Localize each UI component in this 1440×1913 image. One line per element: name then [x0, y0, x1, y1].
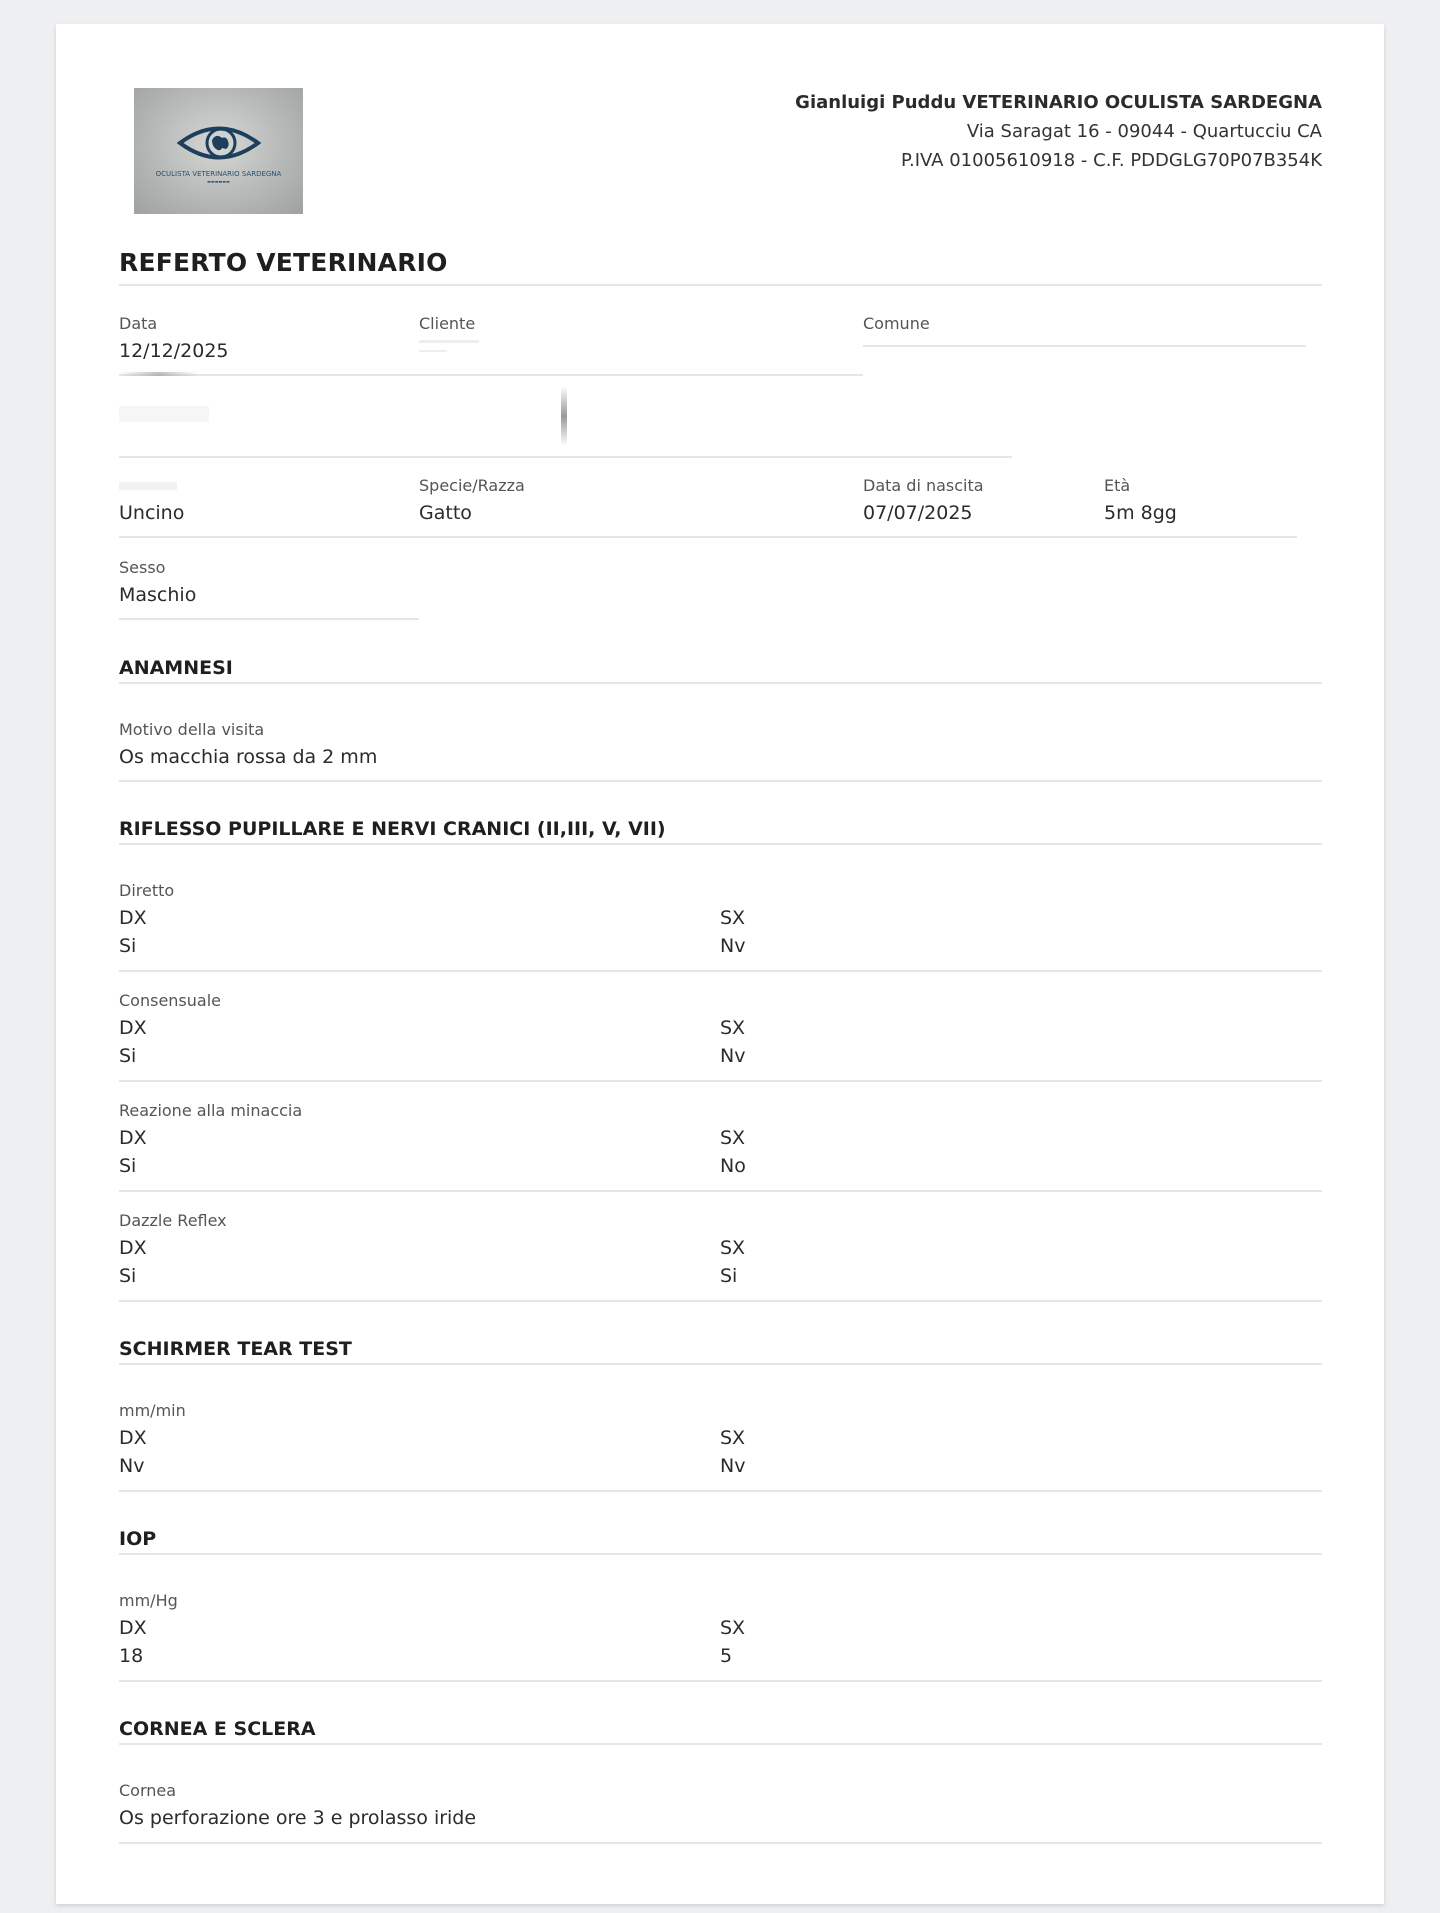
- dazzle-label: Dazzle Reflex: [119, 1211, 227, 1230]
- redacted-field: [119, 406, 209, 422]
- clinic-name: Gianluigi Puddu VETERINARIO OCULISTA SAR…: [795, 92, 1322, 113]
- schirmer-dx-value: Nv: [119, 1455, 145, 1477]
- clinic-header: Gianluigi Puddu VETERINARIO OCULISTA SAR…: [795, 88, 1322, 175]
- schirmer-sx-label: SX: [720, 1427, 746, 1449]
- cornea-value: Os perforazione ore 3 e prolasso iride: [119, 1807, 477, 1829]
- motivo-divider: [119, 780, 1322, 782]
- eta-value: 5m 8gg: [1104, 502, 1177, 524]
- report-title: REFERTO VETERINARIO: [119, 248, 448, 277]
- minaccia-sx-label: SX: [720, 1127, 746, 1149]
- iop-title: IOP: [119, 1528, 157, 1550]
- row4-divider: [119, 618, 419, 620]
- iop-sx-value: 5: [720, 1645, 733, 1667]
- consensuale-dx-label: DX: [119, 1017, 147, 1039]
- iop-dx-value: 18: [119, 1645, 144, 1667]
- scan-mark: [561, 386, 567, 446]
- diretto-label: Diretto: [119, 881, 175, 900]
- schirmer-dx-label: DX: [119, 1427, 147, 1449]
- dazzle-dx-label: DX: [119, 1237, 147, 1259]
- row1-divider-right: [863, 345, 1306, 347]
- minaccia-sx-value: No: [720, 1155, 746, 1177]
- consensuale-label: Consensuale: [119, 991, 221, 1010]
- diretto-dx-label: DX: [119, 907, 147, 929]
- cornea-label: Cornea: [119, 1781, 177, 1800]
- title-divider: [119, 284, 1322, 286]
- cornea-divider: [119, 1743, 1322, 1745]
- dazzle-dx-value: Si: [119, 1265, 137, 1287]
- riflesso-title: RIFLESSO PUPILLARE E NERVI CRANICI (II,I…: [119, 818, 666, 840]
- diretto-sx-value: Nv: [720, 935, 746, 957]
- motivo-label: Motivo della visita: [119, 720, 265, 739]
- eye-icon: [176, 126, 261, 160]
- schirmer-unit: mm/min: [119, 1401, 186, 1420]
- diretto-sx-label: SX: [720, 907, 746, 929]
- row1-divider-left: [119, 374, 863, 376]
- dazzle-divider: [119, 1300, 1322, 1302]
- data-value: 12/12/2025: [119, 340, 229, 362]
- nome-label-redacted: [119, 482, 177, 490]
- logo-subtext: ▬▬▬▬▬▬: [207, 179, 230, 184]
- iop-sx-label: SX: [720, 1617, 746, 1639]
- cliente-redacted: [419, 340, 479, 343]
- report-page: OCULISTA VETERINARIO SARDEGNA ▬▬▬▬▬▬ Gia…: [56, 24, 1384, 1904]
- minaccia-dx-label: DX: [119, 1127, 147, 1149]
- anamnesi-divider: [119, 682, 1322, 684]
- specie-value: Gatto: [419, 502, 472, 524]
- row3-divider: [119, 536, 1297, 538]
- logo-text: OCULISTA VETERINARIO SARDEGNA: [155, 170, 282, 178]
- consensuale-sx-value: Nv: [720, 1045, 746, 1067]
- sesso-value: Maschio: [119, 584, 197, 606]
- clinic-address: Via Saragat 16 - 09044 - Quartucciu CA: [966, 121, 1322, 142]
- schirmer-sx-value: Nv: [720, 1455, 746, 1477]
- consensuale-divider: [119, 1080, 1322, 1082]
- comune-label: Comune: [863, 314, 930, 333]
- row2-divider: [119, 456, 1012, 458]
- clinic-tax-ids: P.IVA 01005610918 - C.F. PDDGLG70P07B354…: [900, 150, 1322, 171]
- nascita-label: Data di nascita: [863, 476, 984, 495]
- iop-divider: [119, 1553, 1322, 1555]
- diretto-dx-value: Si: [119, 935, 137, 957]
- schirmer-divider: [119, 1363, 1322, 1365]
- scan-smudge: [119, 372, 199, 376]
- diretto-divider: [119, 970, 1322, 972]
- eta-label: Età: [1104, 476, 1131, 495]
- motivo-value: Os macchia rossa da 2 mm: [119, 746, 378, 768]
- clinic-logo: OCULISTA VETERINARIO SARDEGNA ▬▬▬▬▬▬: [134, 88, 303, 214]
- schirmer-title: SCHIRMER TEAR TEST: [119, 1338, 352, 1360]
- iop-dx-label: DX: [119, 1617, 147, 1639]
- dazzle-sx-value: Si: [720, 1265, 738, 1287]
- cornea-bottom-divider: [119, 1842, 1322, 1844]
- minaccia-label: Reazione alla minaccia: [119, 1101, 303, 1120]
- sesso-label: Sesso: [119, 558, 166, 577]
- consensuale-sx-label: SX: [720, 1017, 746, 1039]
- data-label: Data: [119, 314, 158, 333]
- anamnesi-title: ANAMNESI: [119, 657, 233, 679]
- minaccia-dx-value: Si: [119, 1155, 137, 1177]
- iop-unit: mm/Hg: [119, 1591, 178, 1610]
- minaccia-divider: [119, 1190, 1322, 1192]
- specie-label: Specie/Razza: [419, 476, 525, 495]
- iop-bottom-divider: [119, 1680, 1322, 1682]
- dazzle-sx-label: SX: [720, 1237, 746, 1259]
- consensuale-dx-value: Si: [119, 1045, 137, 1067]
- schirmer-bottom-divider: [119, 1490, 1322, 1492]
- cliente-redacted-2: [419, 350, 447, 352]
- nome-value: Uncino: [119, 502, 185, 524]
- cliente-label: Cliente: [419, 314, 476, 333]
- nascita-value: 07/07/2025: [863, 502, 973, 524]
- riflesso-divider: [119, 843, 1322, 845]
- cornea-title: CORNEA E SCLERA: [119, 1718, 316, 1740]
